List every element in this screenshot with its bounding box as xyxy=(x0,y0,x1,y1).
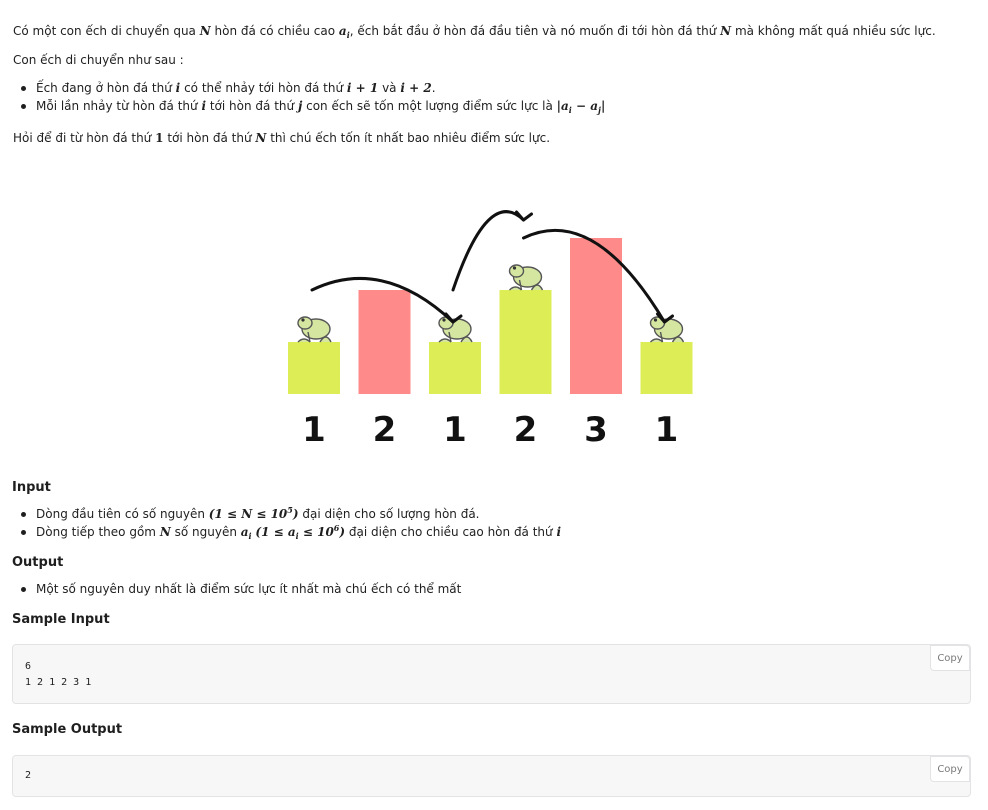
sample-input-content: 6 1 2 1 2 3 1 xyxy=(25,661,92,688)
sample-input-box: 6 1 2 1 2 3 1 Copy xyxy=(12,644,971,704)
stone-label: 3 xyxy=(584,410,608,450)
stone-bar xyxy=(288,342,340,394)
input-item: Dòng tiếp theo gồm N số nguyên ai (1 ≤ a… xyxy=(0,523,561,541)
output-item: Một số nguyên duy nhất là điểm sức lực í… xyxy=(0,580,461,598)
output-heading: Output xyxy=(12,555,64,570)
stone-bar xyxy=(429,342,481,394)
stone-label: 1 xyxy=(655,410,679,450)
frog-jump-illustration: 1 2 1 2 3 1 xyxy=(288,210,693,450)
stone-bar xyxy=(570,238,622,394)
copy-sample-output-button[interactable]: Copy xyxy=(930,756,970,782)
stone-label: 1 xyxy=(443,410,467,450)
output-list: Một số nguyên duy nhất là điểm sức lực í… xyxy=(0,580,461,598)
stone-label: 1 xyxy=(302,410,326,450)
sample-output-content: 2 xyxy=(25,770,32,781)
stone-label: 2 xyxy=(514,410,538,450)
stone-bar xyxy=(358,290,411,394)
sample-output-heading: Sample Output xyxy=(12,722,123,737)
stone-bar xyxy=(499,290,552,394)
stone-bar xyxy=(640,342,693,394)
input-list: Dòng đầu tiên có số nguyên (1 ≤ N ≤ 105)… xyxy=(0,505,561,541)
stone-label: 2 xyxy=(373,410,397,450)
sample-output-box: 2 Copy xyxy=(12,755,971,797)
frog-icon xyxy=(508,264,544,291)
sample-input-heading: Sample Input xyxy=(12,612,110,627)
input-item: Dòng đầu tiên có số nguyên (1 ≤ N ≤ 105)… xyxy=(0,505,561,523)
input-heading: Input xyxy=(12,480,51,495)
frog-icon xyxy=(297,316,332,343)
copy-sample-input-button[interactable]: Copy xyxy=(930,645,970,671)
arrow-head-icon xyxy=(515,210,533,222)
